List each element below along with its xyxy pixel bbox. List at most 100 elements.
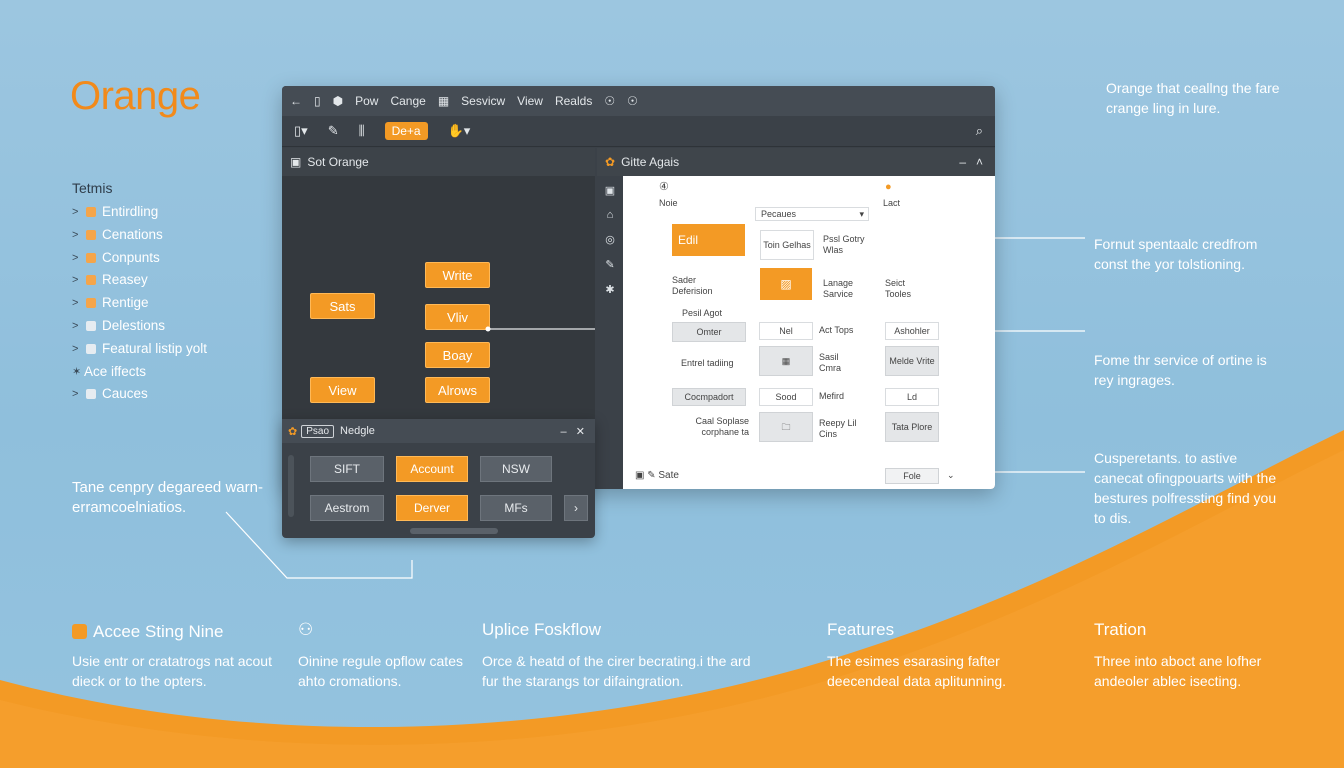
grid-icon[interactable]: ▦	[438, 94, 449, 108]
settings-panel: ④ Noie ● Lact Pecaues ▾ Edil Toin Gelhas …	[623, 176, 995, 489]
last-radio[interactable]: ●	[885, 182, 892, 193]
layout-icon[interactable]: ▨	[760, 268, 812, 300]
edit-button[interactable]: Edil	[672, 224, 745, 256]
book-icon[interactable]: ▣	[605, 184, 615, 197]
help-icon[interactable]: ☉	[604, 94, 615, 108]
status-left: ▣ ✎ Sate	[635, 470, 679, 481]
widget-button[interactable]: MFs	[480, 495, 552, 521]
asholer-field[interactable]: Ashohler	[885, 322, 939, 340]
toc-list: > Entirdling > Cenations > Conpunts > Reasey…	[72, 203, 252, 408]
file-icon	[86, 389, 96, 400]
menu-item[interactable]: Sesvicw	[461, 94, 505, 108]
toc-item[interactable]: > Entirdling	[72, 203, 252, 221]
settings-icon[interactable]: ☉	[627, 94, 638, 108]
horizontal-scrollbar[interactable]	[410, 528, 498, 534]
scroll-right-icon[interactable]: ›	[564, 495, 588, 521]
new-file-icon[interactable]: ▯▾	[294, 123, 308, 139]
sect-label: Seict Tooles	[885, 278, 912, 299]
caal-label: Caal Soplase corphane ta	[695, 416, 749, 437]
sood-field[interactable]: Sood	[759, 388, 813, 406]
none-radio[interactable]: ④	[659, 182, 669, 193]
chevron-down-icon[interactable]: ⌄	[947, 470, 955, 481]
menu-item[interactable]: View	[517, 94, 543, 108]
window-controls[interactable]: – ✕	[560, 425, 585, 438]
active-tool-button[interactable]: De+a	[384, 122, 428, 140]
sub-window-tag[interactable]: Psao	[301, 424, 335, 438]
page-icon[interactable]: ▯	[314, 94, 321, 108]
toc-item[interactable]: > Featural listip yolt	[72, 340, 252, 358]
sub-window: ✿ Psao Nedgle – ✕ SIFT Account NSW Aestr…	[282, 419, 595, 538]
widget-button[interactable]: Aestrom	[310, 495, 384, 521]
pen-icon[interactable]: ✎	[328, 123, 339, 139]
toc-item[interactable]: ✶ Ace iffects	[72, 363, 252, 381]
feature-title: Accee Sting Nine	[72, 622, 223, 642]
toc-item[interactable]: > Reasey	[72, 271, 252, 289]
none-label: Noie	[659, 198, 678, 208]
grid-icon-button[interactable]: ▦	[759, 346, 813, 376]
omter-button[interactable]: Omter	[672, 322, 746, 342]
nel-field[interactable]: Nel	[759, 322, 813, 340]
coompadort-button[interactable]: Cocmpadort	[672, 388, 746, 406]
widget-button[interactable]: Account	[396, 456, 468, 482]
pesi-label: Pesil Agot	[682, 308, 723, 318]
pssi-label: Pssl Gotry Wlas	[823, 234, 865, 255]
menu-bar: ← ▯ ⬢ Pow Cange ▦ Sesvicw View Realds ☉ …	[282, 86, 995, 116]
orange-logo-icon: ✿	[605, 155, 616, 169]
status-icon: ▣ ✎	[635, 470, 659, 481]
panel-title: Gitte Agais	[621, 155, 680, 169]
toolbar: ▯▾ ✎ ⫼ De+a ✋▾ ⌕	[282, 116, 995, 147]
entel-trading-label: Entrel tadiing	[681, 358, 734, 368]
reepy-label: Reepy Lil Cins	[819, 418, 857, 439]
feature-title: Features	[827, 620, 895, 639]
folder-icon	[86, 298, 96, 309]
toc-item[interactable]: > Cenations	[72, 226, 252, 244]
brush-icon[interactable]: ✎	[605, 258, 614, 271]
left-note: Tane cenpry degareed warn-erramcoelniati…	[72, 479, 263, 516]
right-note: Fome thr service of ortine is rey ingrag…	[1094, 352, 1267, 388]
columns-icon[interactable]: ⫼	[359, 123, 365, 139]
widget-button[interactable]: SIFT	[310, 456, 384, 482]
right-note: Orange that ceallng the fare crange ling…	[1106, 80, 1280, 116]
feature-desc: Usie entr or cratatrogs nat acout dieck …	[72, 653, 272, 689]
right-note: Fornut spentaalc credfrom const the yor …	[1094, 236, 1258, 272]
medie-vrite-button[interactable]: Melde Vrite	[885, 346, 939, 376]
feature-title: Tration	[1094, 620, 1147, 639]
menu-item[interactable]: Pow	[355, 94, 378, 108]
widget-button[interactable]: Derver	[396, 495, 468, 521]
menu-item[interactable]: Cange	[390, 94, 425, 108]
mefird-label: Mefird	[819, 391, 845, 401]
brand-title: Orange	[70, 74, 201, 118]
hex-icon[interactable]: ⬢	[333, 94, 343, 108]
tata-plore-button[interactable]: Tata Plore	[885, 412, 939, 442]
toc-item[interactable]: > Rentige	[72, 294, 252, 312]
toin-select[interactable]: Toin Gelhas	[760, 230, 814, 260]
feature-title: Uplice Foskflow	[482, 620, 602, 639]
ld-field[interactable]: Ld	[885, 388, 939, 406]
hand-icon[interactable]: ✋▾	[448, 123, 471, 139]
bug-icon[interactable]: ✱	[605, 283, 614, 296]
orange-logo-icon: ✿	[288, 425, 298, 438]
toc-item[interactable]: > Delestions	[72, 317, 252, 335]
back-icon[interactable]: ←	[290, 94, 302, 108]
sub-window-title: Nedgle	[340, 425, 375, 437]
toc-item[interactable]: > Conpunts	[72, 249, 252, 267]
toc-item[interactable]: > Cauces	[72, 385, 252, 403]
zoom-icon[interactable]: ⌕	[976, 123, 983, 139]
feature-desc: Three into aboct ane lofher andeoler abl…	[1094, 653, 1262, 689]
menu-item[interactable]: Realds	[555, 94, 592, 108]
folder-icon	[86, 229, 96, 240]
widget-button[interactable]: NSW	[480, 456, 552, 482]
folder-icon-button[interactable]: 🗀	[759, 412, 813, 442]
act-tops-label: Act Tops	[819, 325, 854, 335]
user-icon: ⚇	[298, 620, 314, 639]
right-note: Cusperetants. to astive canecat ofingpou…	[1094, 450, 1277, 526]
category-select[interactable]: Pecaues ▾	[755, 207, 869, 221]
status-right-field[interactable]: Fole	[885, 468, 939, 484]
toc-title: Tetmis	[72, 180, 113, 196]
home-icon[interactable]: ⌂	[607, 209, 614, 221]
feature-desc: Oinine regule opflow cates ahto cromatio…	[298, 653, 463, 689]
lanage-label: Lanage Sarvice	[823, 278, 854, 299]
globe-icon[interactable]: ◎	[605, 233, 615, 246]
panel-controls[interactable]: – ˄	[959, 155, 983, 169]
vertical-scrollbar[interactable]	[288, 455, 294, 517]
